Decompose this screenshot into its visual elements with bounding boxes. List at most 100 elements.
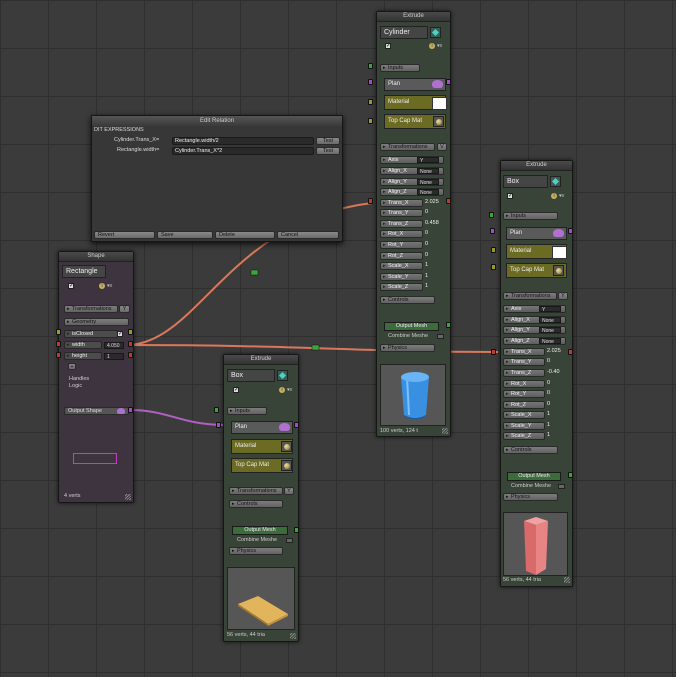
param-rot-y-value[interactable]: 0 (547, 390, 550, 397)
param-trans-x-value[interactable]: 2.025 (547, 348, 561, 355)
param-scale-z-value[interactable]: 1 (547, 432, 550, 439)
test-button-2[interactable]: Test (316, 147, 340, 155)
material-swatch[interactable] (552, 246, 567, 259)
cylinder-output-mesh-socket[interactable] (446, 322, 451, 328)
cylinder-topcap-socket[interactable] (368, 118, 373, 124)
cylinder-name-field[interactable]: Cylinder (380, 26, 428, 39)
cylinder-material-socket[interactable] (368, 99, 373, 105)
param-scale-x-value[interactable]: 1 (425, 262, 428, 269)
top-cap-material-icon[interactable] (281, 460, 292, 471)
isclosed-out-socket[interactable] (128, 329, 133, 335)
material-swatch[interactable] (432, 97, 447, 110)
param-axis-value[interactable]: Y (539, 306, 561, 312)
param-axis-value[interactable]: Y (417, 157, 439, 163)
param-scale-y-value[interactable]: 1 (425, 273, 428, 280)
param-scale-x[interactable]: Scale_X (380, 262, 423, 270)
param-trans-x-value[interactable]: 2.025 (425, 199, 439, 206)
transformations-foldout[interactable]: Transformations (64, 305, 118, 313)
info-icon[interactable]: i (551, 193, 557, 199)
material-icon[interactable] (281, 441, 292, 452)
height-out-socket[interactable] (128, 352, 133, 358)
box-mid-enabled-checkbox[interactable]: ✓ (233, 387, 239, 393)
box-mid-plan-socket[interactable] (216, 422, 221, 428)
param-align-y-value[interactable]: None (539, 327, 561, 333)
shape-left-socket[interactable] (56, 329, 61, 335)
param-rot-x-value[interactable]: 0 (425, 230, 428, 237)
height-param[interactable]: height (64, 352, 102, 360)
output-mesh-button[interactable]: Output Mesh (232, 526, 288, 535)
param-rot-z-value[interactable]: 0 (547, 401, 550, 408)
transformations-axis-button[interactable]: Y (284, 487, 294, 495)
height-in-socket[interactable] (56, 352, 61, 358)
box-right-output-mesh-socket[interactable] (568, 472, 573, 478)
param-rot-x-value[interactable]: 0 (547, 380, 550, 387)
menu-icon[interactable]: ▾≡ (107, 283, 112, 289)
width-value[interactable]: 4.050 (104, 342, 124, 349)
physics-foldout[interactable]: Physics (229, 547, 283, 555)
handles-foldout[interactable]: Handles (69, 376, 89, 383)
param-scale-x-value[interactable]: 1 (547, 411, 550, 418)
param-scale-z-value[interactable]: 1 (425, 283, 428, 290)
param-rot-x[interactable]: Rot_X (503, 380, 545, 388)
cylinder-plan-socket[interactable] (368, 79, 373, 85)
physics-foldout[interactable]: Physics (503, 493, 558, 501)
info-icon[interactable]: i (279, 387, 285, 393)
box-right-plan-out-socket[interactable] (568, 228, 573, 234)
cylinder-trans-x-out-socket[interactable] (446, 198, 451, 204)
top-cap-material-icon[interactable] (433, 116, 444, 127)
param-rot-y-value[interactable]: 0 (425, 241, 428, 248)
param-trans-y[interactable]: Trans_Y (380, 209, 423, 217)
param-trans-y[interactable]: Trans_Y (503, 358, 545, 366)
combine-meshes-toggle[interactable] (437, 334, 444, 339)
box-right-inputs-socket[interactable] (489, 212, 494, 218)
param-scale-y[interactable]: Scale_Y (380, 273, 423, 281)
top-cap-material-icon[interactable] (553, 265, 564, 276)
isclosed-checkbox[interactable]: ✓ (117, 331, 123, 337)
param-align-z-value[interactable]: None (417, 189, 439, 195)
param-trans-z-value[interactable]: 0.458 (425, 220, 439, 227)
gem-icon[interactable] (430, 27, 441, 38)
gem-icon[interactable] (550, 176, 561, 187)
param-scale-y[interactable]: Scale_Y (503, 422, 545, 430)
output-shape-socket[interactable] (128, 407, 133, 413)
shape-name-field[interactable]: Rectangle (62, 265, 106, 278)
info-icon[interactable]: i (429, 43, 435, 49)
extrude-box-right-node[interactable]: Extrude Box ✓ i ▾≡ Inputs Plan Material … (500, 160, 573, 587)
param-trans-x[interactable]: Trans_X (380, 199, 423, 207)
param-scale-z[interactable]: Scale_Z (503, 432, 545, 440)
width-in-socket[interactable] (56, 341, 61, 347)
plan-input[interactable]: Plan (384, 78, 446, 91)
param-trans-y-value[interactable]: 0 (547, 358, 550, 365)
relation-expr-2[interactable]: Cylinder.Trans_X*2 (172, 147, 314, 155)
box-right-name-field[interactable]: Box (503, 175, 548, 188)
combine-meshes-toggle[interactable] (558, 484, 565, 489)
box-right-topcap-socket[interactable] (491, 264, 496, 270)
resize-handle[interactable] (290, 633, 296, 639)
width-param[interactable]: width (64, 341, 102, 349)
menu-icon[interactable]: ▾≡ (559, 193, 564, 199)
test-button-1[interactable]: Test (316, 137, 340, 145)
isclosed-param[interactable]: isClosed (64, 330, 118, 338)
menu-icon[interactable]: ▾≡ (437, 43, 442, 49)
extrude-box-mid-node[interactable]: Extrude Box ✓ i ▾≡ Inputs Plan Material … (223, 354, 299, 642)
transformations-foldout[interactable]: Transformations (503, 292, 557, 300)
info-icon[interactable]: i (99, 283, 105, 289)
logic-foldout[interactable]: Logic (69, 383, 82, 390)
box-right-trans-x-socket[interactable] (491, 349, 496, 355)
shape-node[interactable]: Shape Rectangle ✓ i ▾≡ Transformations Y… (58, 251, 134, 503)
param-scale-x[interactable]: Scale_X (503, 411, 545, 419)
controls-foldout[interactable]: Controls (503, 446, 558, 454)
param-rot-y[interactable]: Rot_Y (503, 390, 545, 398)
transformations-axis-button[interactable]: Y (119, 305, 130, 313)
physics-foldout[interactable]: Physics (380, 344, 435, 352)
inputs-foldout[interactable]: Inputs (503, 212, 558, 220)
plan-input[interactable]: Plan (231, 421, 293, 434)
param-trans-y-value[interactable]: 0 (425, 209, 428, 216)
param-rot-z[interactable]: Rot_Z (380, 252, 423, 260)
cancel-button[interactable]: Cancel (277, 231, 339, 239)
param-trans-x[interactable]: Trans_X (503, 348, 545, 356)
param-trans-z[interactable]: Trans_Z (380, 220, 423, 228)
resize-handle[interactable] (442, 428, 448, 434)
geometry-foldout[interactable]: Geometry (64, 318, 129, 326)
resize-handle[interactable] (125, 494, 131, 500)
